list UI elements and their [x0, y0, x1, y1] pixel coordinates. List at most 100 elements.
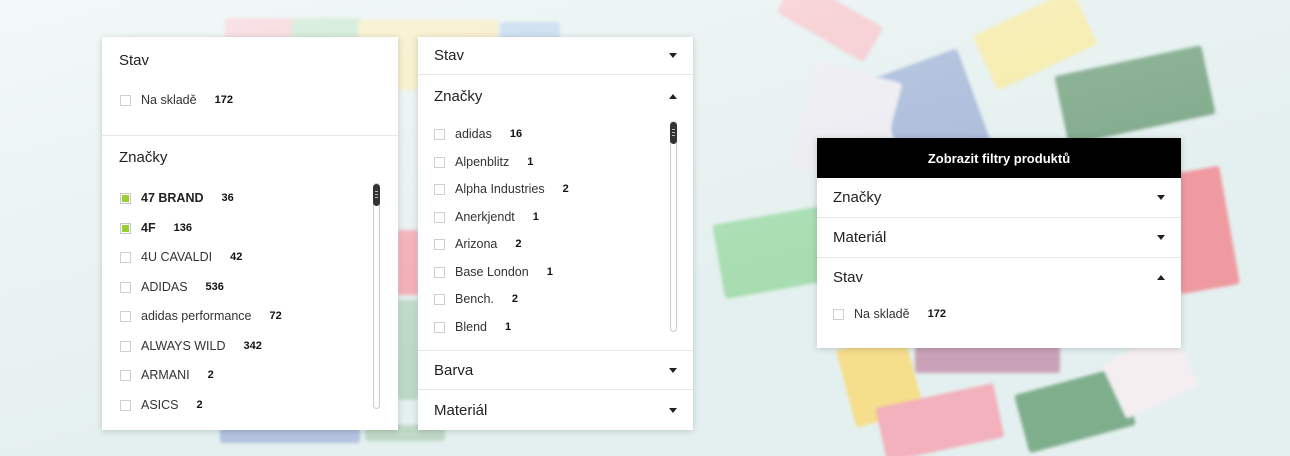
filter-option-brand[interactable]: Anerkjendt 1	[434, 207, 539, 227]
option-count: 1	[504, 321, 512, 333]
checkbox-checked[interactable]	[120, 222, 131, 234]
option-label: 4F	[141, 221, 156, 235]
chevron-down-icon	[669, 367, 677, 373]
chevron-up-icon	[1157, 274, 1165, 280]
section-title-barva: Barva	[434, 361, 474, 379]
section-title-stav: Stav	[833, 268, 864, 286]
filter-option-na-sklade[interactable]: Na skladě 172	[833, 304, 946, 324]
option-count: 2	[511, 293, 519, 305]
section-title-stav: Stav	[119, 52, 150, 69]
accordion-header-znacky[interactable]: Značky	[817, 178, 1181, 218]
option-label: Arizona	[455, 237, 498, 251]
filter-option-brand[interactable]: Arizona 2	[434, 234, 522, 254]
accordion-header-material[interactable]: Materiál	[418, 390, 693, 430]
option-count: 2	[196, 399, 203, 411]
option-label: Na skladě	[141, 93, 197, 107]
option-count: 1	[532, 211, 539, 223]
option-label: ARMANI	[141, 368, 190, 382]
filter-option-brand[interactable]: ASICS 2	[120, 395, 203, 415]
filter-option-brand[interactable]: adidas performance 72	[120, 306, 282, 326]
option-label: ALWAYS WILD	[141, 339, 226, 353]
divider	[102, 135, 398, 136]
option-label: adidas performance	[141, 309, 252, 323]
chevron-down-icon	[1157, 195, 1165, 200]
show-filters-button[interactable]: Zobrazit filtry produktů	[817, 138, 1181, 178]
scrollbar[interactable]	[670, 121, 677, 332]
section-title-znacky: Značky	[833, 189, 882, 206]
section-title-stav: Stav	[434, 47, 465, 64]
filter-panel-middle: Stav Značky adidas 16 Alpenblitz 1 Alpha…	[418, 37, 693, 430]
option-count: 2	[515, 238, 522, 250]
filter-option-brand[interactable]: adidas 16	[434, 124, 522, 144]
checkbox[interactable]	[120, 369, 131, 381]
chevron-down-icon	[669, 407, 677, 413]
chevron-down-icon	[1157, 235, 1165, 240]
checkbox[interactable]	[434, 266, 445, 278]
option-count: 136	[173, 222, 192, 234]
option-count: 1	[546, 266, 553, 278]
checkbox[interactable]	[833, 308, 844, 320]
option-label: 4U CAVALDI	[141, 250, 213, 264]
checkbox-checked[interactable]	[120, 192, 131, 204]
option-count: 2	[207, 369, 214, 381]
filter-panel-left: Stav Na skladě 172 Značky 47 BRAND 36 4F…	[102, 37, 398, 430]
option-label: Alpha Industries	[455, 182, 545, 196]
filter-option-brand[interactable]: ADIDAS 536	[120, 277, 224, 297]
filter-option-brand[interactable]: Bench. 2	[434, 289, 518, 309]
checkbox[interactable]	[120, 94, 131, 106]
filter-option-brand[interactable]: 4F 136	[120, 218, 192, 238]
section-title-znacky: Značky	[119, 149, 168, 166]
filter-option-brand[interactable]: ARMANI 2	[120, 365, 214, 385]
filter-option-brand[interactable]: Base London 1	[434, 262, 553, 282]
checkbox[interactable]	[120, 399, 131, 411]
accordion-header-znacky[interactable]: Značky	[418, 77, 693, 115]
scrollbar[interactable]	[373, 183, 380, 409]
checkbox[interactable]	[120, 251, 131, 263]
option-count: 1	[527, 156, 534, 168]
option-label: 47 BRAND	[141, 191, 204, 205]
filter-option-brand[interactable]: ALWAYS WILD 342	[120, 336, 262, 356]
option-count: 172	[927, 308, 946, 320]
checkbox[interactable]	[434, 156, 445, 168]
checkbox[interactable]	[434, 238, 445, 250]
checkbox[interactable]	[434, 211, 445, 223]
filter-option-brand[interactable]: Alpenblitz 1	[434, 152, 533, 172]
checkbox[interactable]	[120, 310, 131, 322]
option-count: 536	[205, 281, 224, 293]
option-label: ASICS	[141, 398, 179, 412]
section-title-znacky: Značky	[434, 87, 483, 105]
chevron-up-icon	[669, 93, 677, 99]
filter-panel-right: Zobrazit filtry produktů Značky Materiál…	[817, 138, 1181, 348]
checkbox[interactable]	[434, 183, 445, 195]
list-fade	[418, 335, 693, 349]
filter-option-brand[interactable]: Alpha Industries 2	[434, 179, 569, 199]
option-count: 172	[214, 94, 233, 106]
filter-option-na-sklade[interactable]: Na skladě 172	[120, 90, 233, 110]
filter-option-brand[interactable]: 47 BRAND 36	[120, 188, 234, 208]
accordion-header-material[interactable]: Materiál	[817, 218, 1181, 258]
scrollbar-thumb[interactable]	[670, 122, 677, 144]
scrollbar-thumb[interactable]	[373, 184, 380, 206]
checkbox[interactable]	[434, 321, 445, 333]
option-label: Alpenblitz	[455, 155, 510, 169]
option-count: 2	[562, 183, 569, 195]
option-count: 16	[509, 128, 523, 140]
accordion-header-stav[interactable]: Stav	[418, 37, 693, 75]
checkbox[interactable]	[434, 293, 445, 305]
filter-option-brand[interactable]: Blend 1	[434, 317, 511, 337]
filter-option-brand[interactable]: 4U CAVALDI 42	[120, 247, 242, 267]
accordion-header-stav[interactable]: Stav	[817, 258, 1181, 296]
option-label: Anerkjendt	[455, 210, 515, 224]
checkbox[interactable]	[120, 281, 131, 293]
option-label: Base London	[455, 265, 529, 279]
accordion-header-barva[interactable]: Barva	[418, 350, 693, 390]
option-label: adidas	[455, 127, 492, 141]
chevron-down-icon	[669, 53, 677, 58]
checkbox[interactable]	[120, 340, 131, 352]
option-label: Blend	[455, 320, 487, 334]
section-title-material: Materiál	[434, 401, 488, 419]
option-count: 36	[221, 192, 234, 204]
option-count: 72	[269, 310, 282, 322]
checkbox[interactable]	[434, 128, 445, 140]
option-count: 42	[230, 251, 243, 263]
